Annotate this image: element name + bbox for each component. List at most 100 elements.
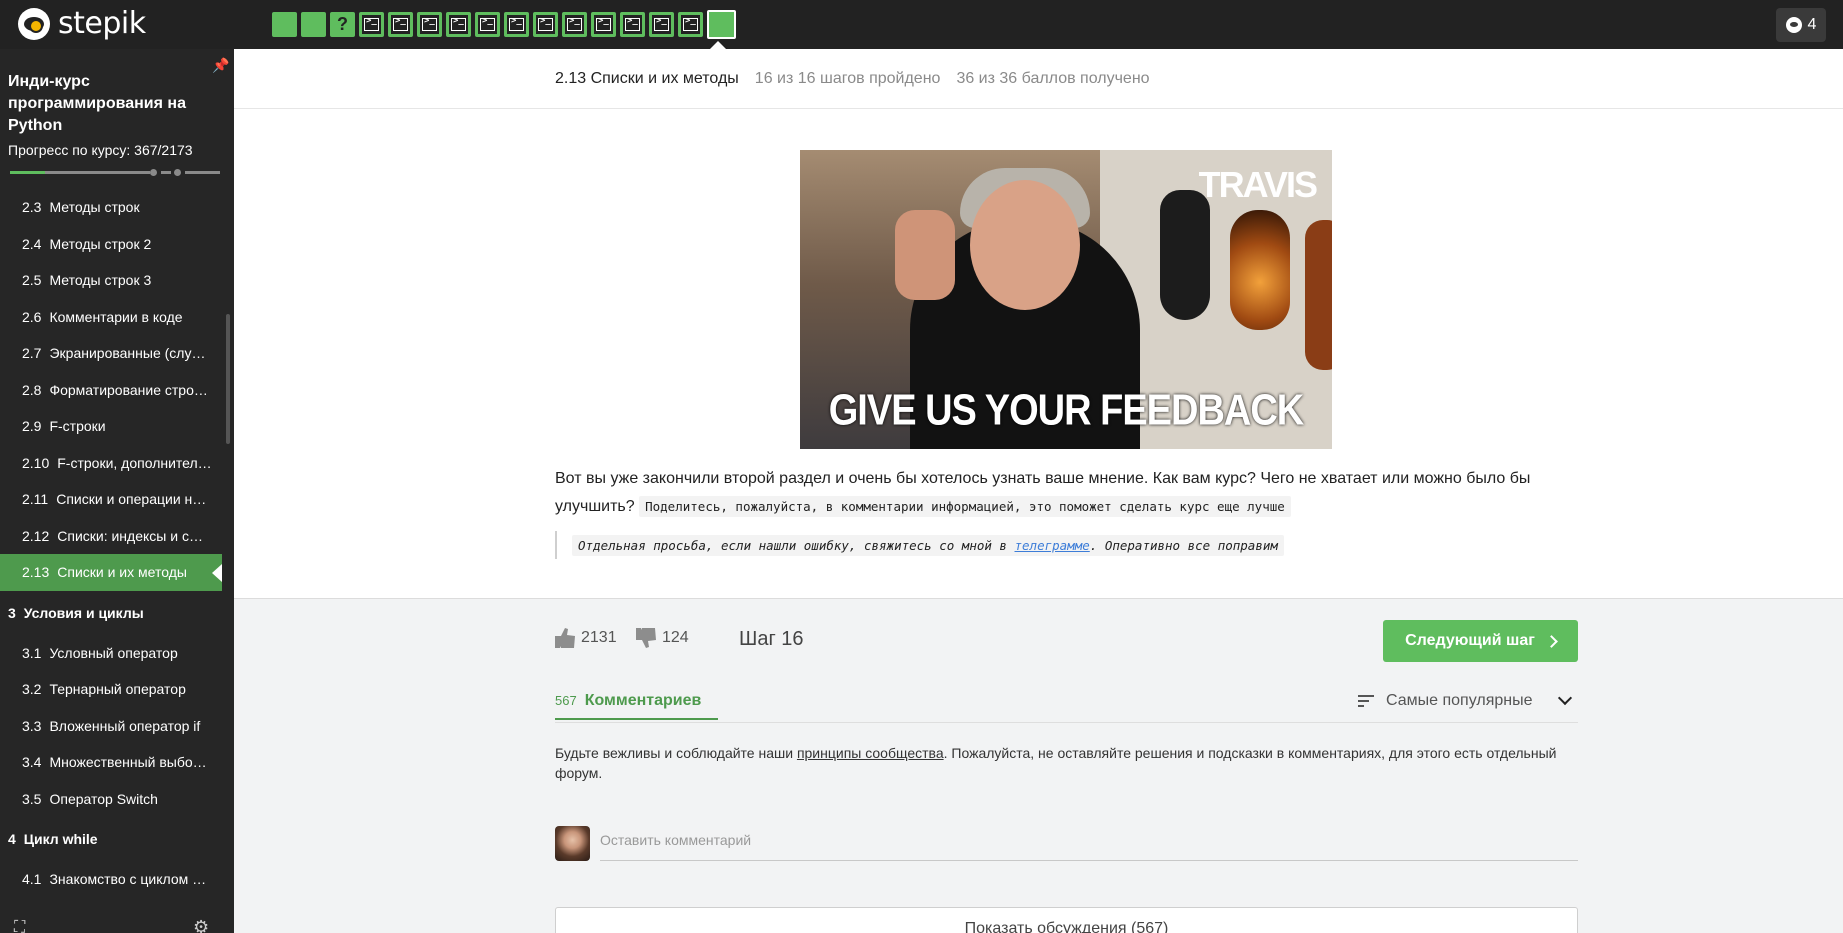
sort-dropdown[interactable]: Самые популярные (1358, 690, 1573, 710)
sidebar-lesson-2-12[interactable]: 2.12 Списки: индексы и с… (0, 518, 222, 555)
terminal-icon (480, 16, 495, 31)
sidebar-section[interactable]: 4 Цикл while (0, 817, 222, 861)
step-9[interactable] (504, 12, 529, 37)
step-7[interactable] (446, 12, 471, 37)
tabs-divider (555, 722, 1578, 723)
sidebar-lesson-2-3[interactable]: 2.3 Методы строк (0, 189, 222, 226)
lesson-title: 2.13 Списки и их методы (555, 70, 739, 87)
gif-caption: GIVE US YOUR FEEDBACK (828, 386, 1304, 436)
step-16[interactable] (707, 10, 736, 39)
dislike-button[interactable]: 124 (636, 628, 689, 648)
terminal-icon (451, 16, 466, 31)
notifications-button[interactable]: 4 (1776, 8, 1826, 42)
terminal-icon (596, 16, 611, 31)
terminal-icon (364, 16, 379, 31)
sidebar-lesson-2-11[interactable]: 2.11 Списки и операции н… (0, 481, 222, 518)
comments-count: 567 (555, 693, 577, 708)
gear-icon[interactable]: ⚙ (193, 917, 209, 933)
sidebar-lesson-2-5[interactable]: 2.5 Методы строк 3 (0, 262, 222, 299)
section-number: 4 (8, 831, 16, 847)
like-button[interactable]: 2131 (555, 628, 617, 648)
stepik-logo[interactable]: stepik (18, 8, 146, 40)
lesson-number: 2.8 (22, 381, 42, 398)
lesson-number: 2.5 (22, 272, 42, 289)
lesson-title: Списки и операции н… (56, 491, 207, 508)
sidebar-lesson-3-3[interactable]: 3.3 Вложенный оператор if (0, 708, 222, 745)
pin-icon[interactable]: 📌 (212, 57, 229, 74)
sidebar-section[interactable]: 3 Условия и циклы (0, 591, 222, 635)
lesson-list: 2.3 Методы строк 2.4 Методы строк 2 2.5 Метод… (0, 189, 222, 898)
step-6[interactable] (417, 12, 442, 37)
lesson-number: 2.10 (22, 454, 50, 471)
step-5[interactable] (388, 12, 413, 37)
tab-comments[interactable]: 567 Комментариев (555, 692, 701, 710)
comment-input[interactable]: Оставить комментарий (600, 828, 1578, 861)
sidebar-lesson-3-5[interactable]: 3.5 Оператор Switch (0, 781, 222, 818)
step-navigation: ? (272, 10, 736, 39)
step-10[interactable] (533, 12, 558, 37)
step-12[interactable] (591, 12, 616, 37)
lesson-number: 3.4 (22, 754, 42, 771)
step-15[interactable] (678, 12, 703, 37)
lesson-number: 2.6 (22, 308, 42, 325)
lesson-title: F-строки, дополнител… (57, 454, 212, 471)
terminal-icon (509, 16, 524, 31)
next-step-button[interactable]: Следующий шаг (1383, 620, 1578, 662)
avatar[interactable] (555, 826, 590, 861)
step-1[interactable] (272, 12, 297, 37)
step-3[interactable]: ? (330, 12, 355, 37)
step-14[interactable] (649, 12, 674, 37)
course-progress: Прогресс по курсу: 367/2173 (8, 142, 193, 158)
top-bar: stepik ? 4 (0, 0, 1843, 49)
lesson-title: Условный оператор (49, 644, 178, 661)
sidebar-lesson-3-4[interactable]: 3.4 Множественный выбо… (0, 744, 222, 781)
active-step-pointer (710, 41, 726, 49)
show-discussions-button[interactable]: Показать обсуждения (567) (555, 907, 1578, 933)
community-guidelines-link[interactable]: принципы сообщества (797, 745, 944, 761)
course-progress-value: 367/2173 (134, 142, 193, 158)
step-13[interactable] (620, 12, 645, 37)
step-11[interactable] (562, 12, 587, 37)
course-progress-fill (10, 171, 46, 174)
terminal-icon (683, 16, 698, 31)
feedback-gif: TRAVIS GIVE US YOUR FEEDBACK (800, 150, 1332, 449)
lesson-title: Оператор Switch (49, 790, 158, 807)
lesson-title: Вложенный оператор if (49, 717, 201, 734)
lesson-title: Методы строк 2 (49, 235, 152, 252)
sidebar-lesson-3-2[interactable]: 3.2 Тернарный оператор (0, 671, 222, 708)
rules-text-before: Будьте вежливы и соблюдайте наши (555, 745, 797, 761)
lesson-title: Экранированные (слу… (49, 345, 206, 362)
step-8[interactable] (475, 12, 500, 37)
header-divider (234, 108, 1843, 109)
sidebar-lesson-4-1[interactable]: 4.1 Знакомство с циклом … (0, 861, 222, 898)
sidebar-lesson-2-10[interactable]: 2.10 F-строки, дополнител… (0, 445, 222, 482)
fullscreen-icon[interactable]: ⛶ (14, 919, 25, 933)
step-4[interactable] (359, 12, 384, 37)
likes-count: 2131 (581, 629, 617, 646)
lesson-number: 2.4 (22, 235, 42, 252)
step-2[interactable] (301, 12, 326, 37)
score: 36 из 36 баллов получено (956, 70, 1150, 87)
terminal-icon (654, 16, 669, 31)
sidebar-lesson-2-4[interactable]: 2.4 Методы строк 2 (0, 226, 222, 263)
lesson-title: F-строки (49, 418, 106, 435)
sidebar-lesson-3-1[interactable]: 3.1 Условный оператор (0, 635, 222, 672)
sidebar-scrollbar[interactable] (226, 314, 230, 444)
content-footer-divider (234, 598, 1843, 599)
lesson-title: Списки: индексы и с… (57, 527, 203, 544)
sidebar-lesson-2-13[interactable]: 2.13 Списки и их методы (0, 554, 222, 591)
question-icon: ? (337, 14, 348, 34)
sidebar-lesson-2-9[interactable]: 2.9 F-строки (0, 408, 222, 445)
chevron-down-icon (1558, 690, 1573, 706)
telegram-link[interactable]: телеграмме (1015, 538, 1090, 553)
course-title[interactable]: Инди-курс программирования на Python (8, 71, 208, 137)
course-progress-bar (10, 169, 220, 176)
lesson-number: 3.2 (22, 681, 42, 698)
blockquote: Отдельная просьба, если нашли ошибку, св… (555, 531, 1284, 559)
lesson-title: Методы строк 3 (49, 272, 152, 289)
sidebar-lesson-2-6[interactable]: 2.6 Комментарии в коде (0, 299, 222, 336)
lesson-number: 2.13 (22, 564, 50, 581)
sidebar-lesson-2-7[interactable]: 2.7 Экранированные (слу… (0, 335, 222, 372)
inline-code: Поделитесь, пожалуйста, в комментарии ин… (639, 496, 1291, 517)
sidebar-lesson-2-8[interactable]: 2.8 Форматирование стро… (0, 372, 222, 409)
